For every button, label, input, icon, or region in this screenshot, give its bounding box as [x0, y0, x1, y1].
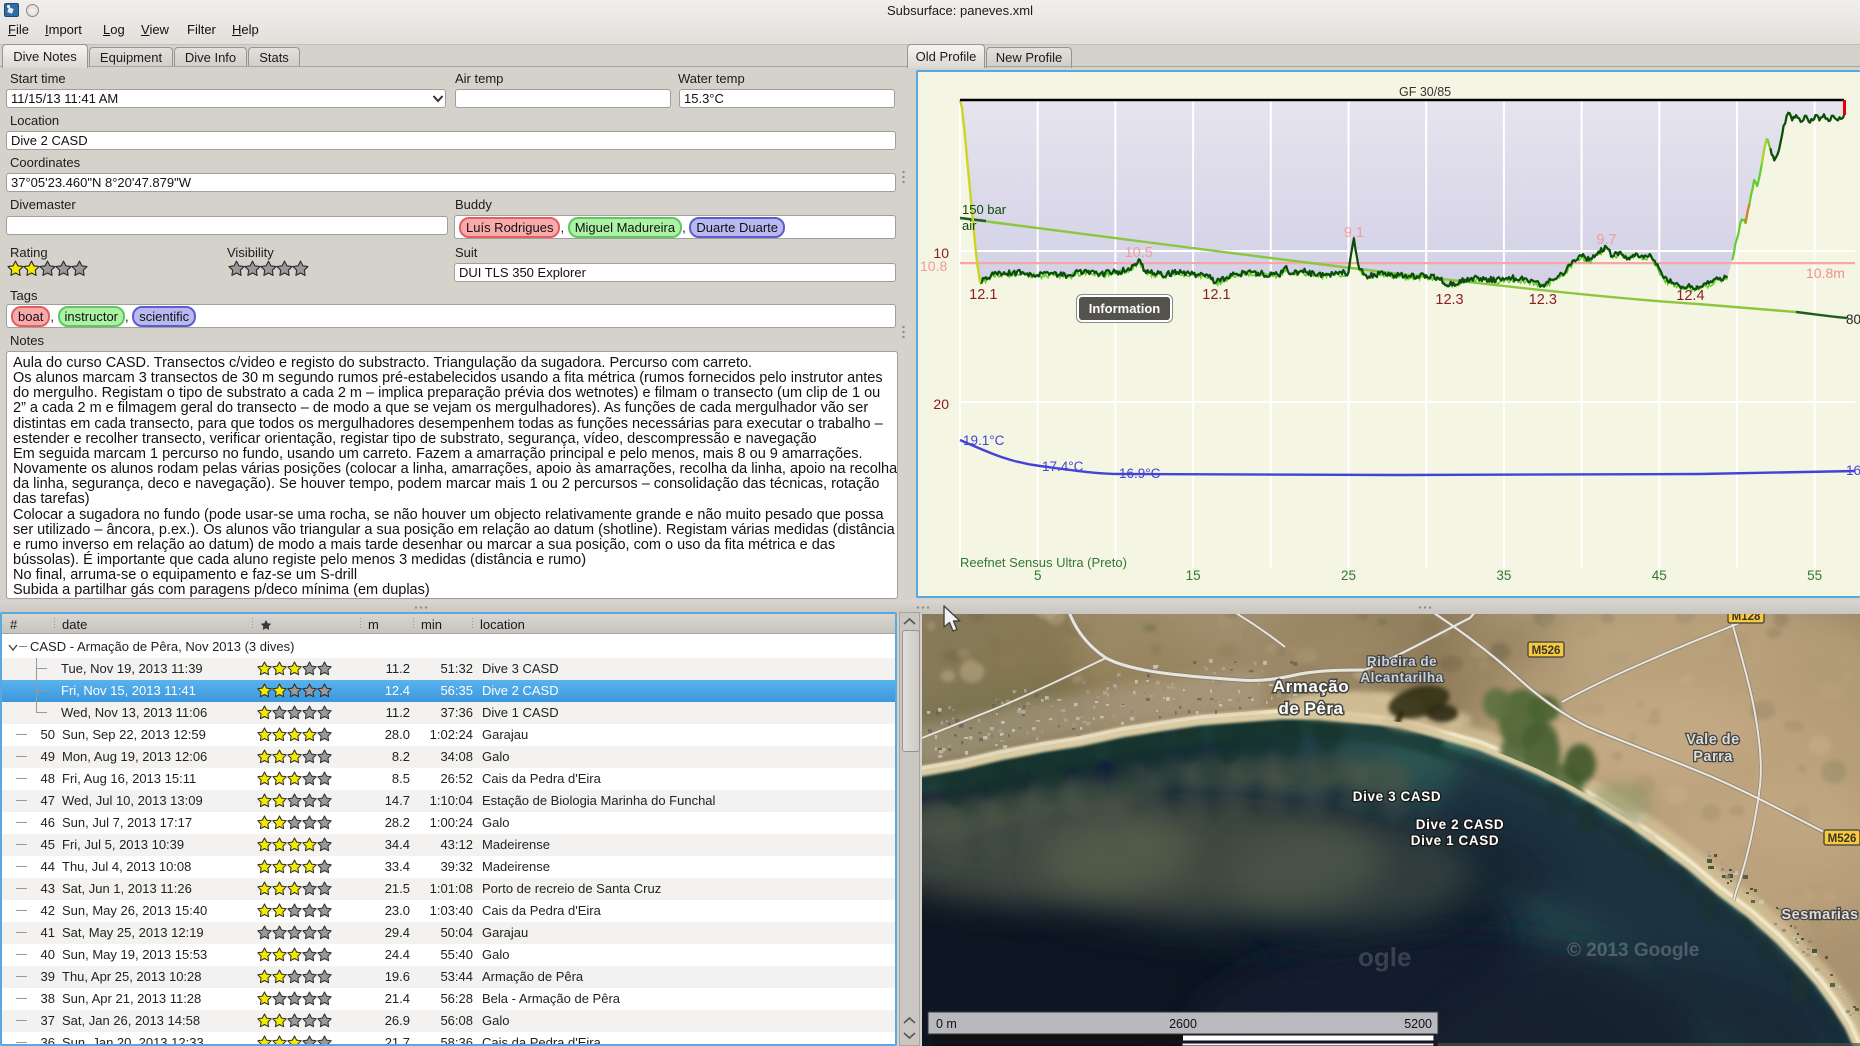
svg-text:2600: 2600 — [1169, 1017, 1197, 1031]
svg-text:10.8: 10.8 — [920, 258, 947, 274]
svg-text:80: 80 — [1846, 312, 1860, 327]
svg-text:Dive 3 CASD: Dive 3 CASD — [1353, 789, 1441, 804]
svg-text:12.1: 12.1 — [969, 287, 997, 303]
svg-text:12.3: 12.3 — [1529, 292, 1557, 308]
svg-text:Sesmarias: Sesmarias — [1781, 907, 1858, 923]
svg-text:Armação: Armação — [1273, 677, 1349, 696]
svg-text:Vale de: Vale de — [1686, 732, 1739, 748]
svg-text:Ribeira de: Ribeira de — [1367, 654, 1437, 669]
svg-text:ogle: ogle — [1358, 942, 1411, 972]
svg-text:35: 35 — [1496, 568, 1511, 583]
svg-text:20: 20 — [933, 396, 949, 412]
svg-text:Reefnet Sensus Ultra (Preto): Reefnet Sensus Ultra (Preto) — [960, 555, 1127, 570]
svg-text:15: 15 — [1186, 568, 1201, 583]
svg-text:19.1°C: 19.1°C — [963, 433, 1005, 448]
svg-text:M128: M128 — [1732, 614, 1761, 623]
svg-text:12.1: 12.1 — [1202, 287, 1230, 303]
svg-text:45: 45 — [1652, 568, 1667, 583]
svg-text:0 m: 0 m — [936, 1017, 957, 1031]
svg-text:150 bar: 150 bar — [962, 202, 1007, 217]
svg-text:GF 30/85: GF 30/85 — [1399, 85, 1451, 99]
svg-text:12.4: 12.4 — [1676, 288, 1704, 304]
svg-text:17.4°C: 17.4°C — [1042, 459, 1084, 474]
svg-text:Dive 2 CASD: Dive 2 CASD — [1416, 817, 1504, 832]
svg-text:M526: M526 — [1828, 833, 1857, 845]
svg-text:air: air — [962, 218, 977, 233]
svg-text:5200: 5200 — [1404, 1017, 1432, 1031]
svg-text:de Pêra: de Pêra — [1279, 699, 1344, 718]
svg-text:© 2013 Google: © 2013 Google — [1567, 940, 1699, 961]
svg-text:16.9°C: 16.9°C — [1119, 466, 1161, 481]
svg-text:25: 25 — [1341, 568, 1356, 583]
svg-text:9.7: 9.7 — [1596, 232, 1616, 248]
svg-text:M526: M526 — [1532, 645, 1561, 657]
svg-text:12.3: 12.3 — [1435, 292, 1463, 308]
svg-text:Alcantarilha: Alcantarilha — [1360, 670, 1443, 685]
svg-text:9.1: 9.1 — [1344, 225, 1364, 241]
svg-text:5: 5 — [1034, 568, 1042, 583]
svg-text:55: 55 — [1807, 568, 1822, 583]
svg-text:10.8m: 10.8m — [1806, 265, 1845, 281]
svg-text:Dive 1 CASD: Dive 1 CASD — [1411, 833, 1499, 848]
svg-text:Parra: Parra — [1693, 749, 1733, 765]
svg-text:10.5: 10.5 — [1125, 245, 1153, 261]
svg-text:16: 16 — [1846, 463, 1860, 478]
